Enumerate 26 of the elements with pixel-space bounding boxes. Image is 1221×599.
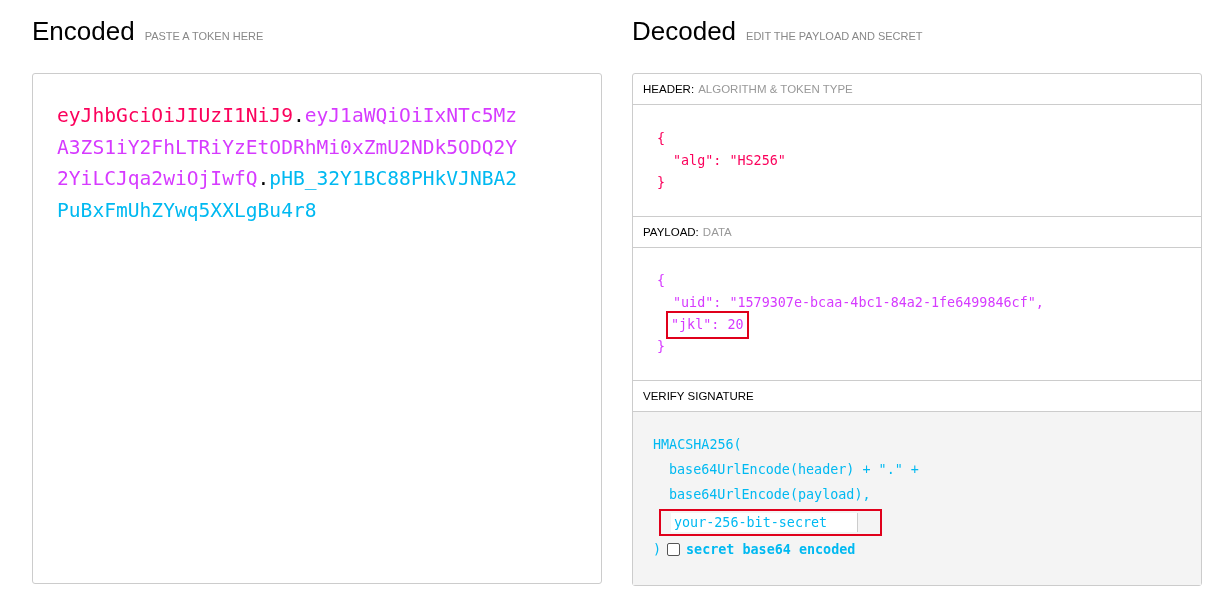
code-line: base64UrlEncode(payload), [669, 487, 871, 502]
section-title: Encoded [32, 16, 135, 47]
code-line: { [657, 129, 666, 148]
panel-label: HEADER: [643, 83, 695, 95]
code-line: "alg": "HS256" [673, 151, 786, 170]
code-line: } [657, 338, 666, 356]
checkbox-label[interactable]: secret base64 encoded [686, 542, 856, 557]
secret-input[interactable]: your-256-bit-secret [671, 512, 858, 532]
panel-sublabel: ALGORITHM & TOKEN TYPE [698, 83, 853, 95]
section-subtitle: PASTE A TOKEN HERE [144, 30, 264, 42]
panel-label: PAYLOAD: [643, 226, 699, 238]
code-line: "uid": "1579307e-bcaa-4bc1-84a2-1fe6499846cf", [673, 294, 1044, 312]
encoded-token-field[interactable]: eyJhbGciOiJIUzI1NiJ9.eyJ1aWQiOiIxNTc5MzA3ZS1iY2FhLTRiYzEtODRhMi0xZmU2NDk5ODQ2Y2YiLCJqa2wiOjIwfQ.pHB_32Y1BC88PHkVJNBA2PuBxFmUhZYwq5XXLgBu4r8 [32, 73, 602, 584]
code-line: } [657, 173, 666, 192]
code-line: base64UrlEncode(header) + "." + [669, 462, 919, 477]
code-line: ) [653, 542, 662, 557]
checkbox[interactable] [667, 543, 681, 556]
panel-sublabel: DATA [702, 226, 732, 238]
code-line: { [657, 272, 666, 290]
code-line: "jkl": 20 [669, 314, 746, 336]
section-subtitle: EDIT THE PAYLOAD AND SECRET [746, 30, 923, 42]
panel-label: VERIFY SIGNATURE [643, 390, 754, 402]
json-editor[interactable]: { "alg": "HS256" } [633, 105, 1201, 217]
json-editor[interactable]: { "uid": "1579307e-bcaa-4bc1-84a2-1fe6499846cf", "jkl": 20 } [633, 248, 1201, 381]
code-line: HMACSHA256( [653, 437, 742, 452]
section-title: Decoded [632, 16, 737, 47]
